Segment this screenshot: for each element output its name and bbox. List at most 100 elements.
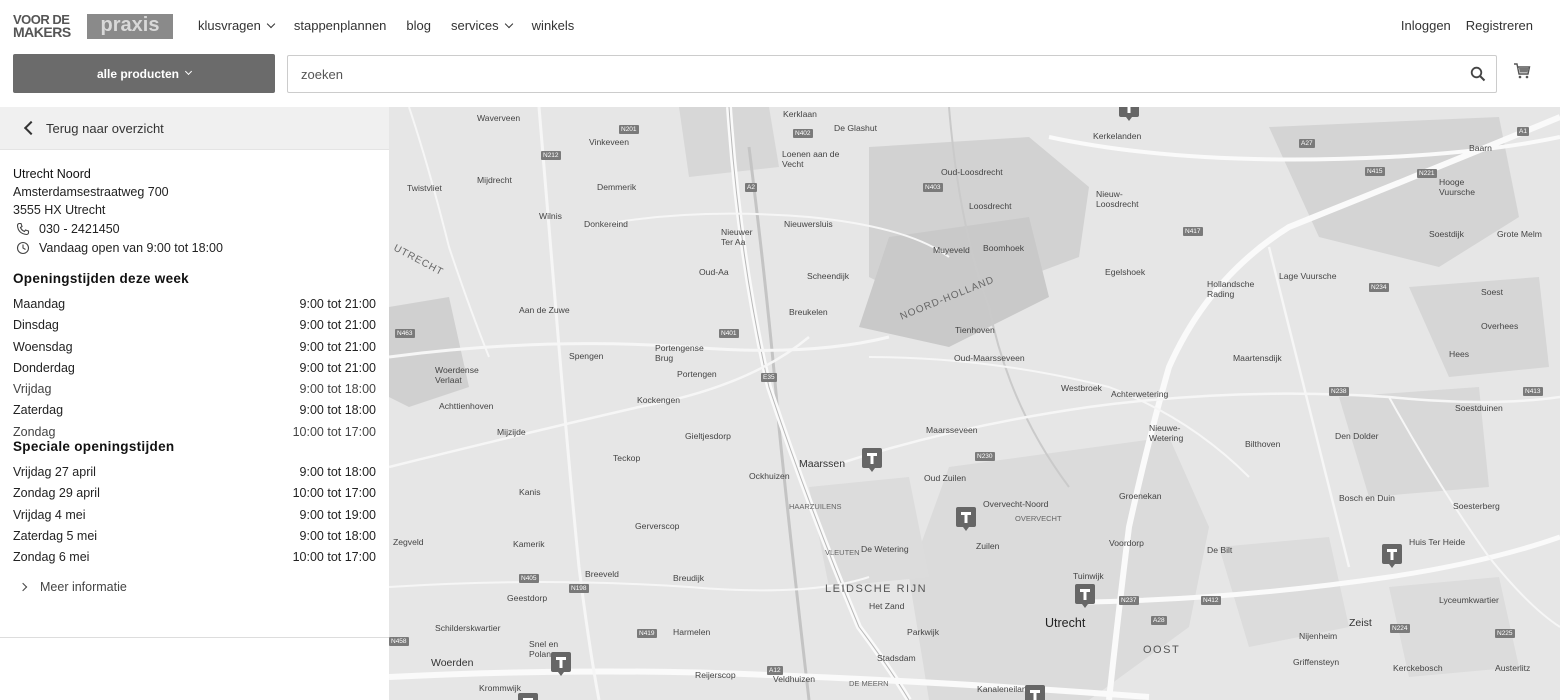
hours-row: Vrijdag 9:00 tot 18:00 xyxy=(13,379,376,400)
search-input[interactable] xyxy=(288,56,1438,92)
store-address-line2: 3555 HX Utrecht xyxy=(13,203,106,217)
store-today-hours: Vandaag open van 9:00 tot 18:00 xyxy=(39,241,223,255)
road-shield: N230 xyxy=(975,452,995,461)
place-label: Waverveen xyxy=(477,113,521,123)
main-nav: klusvragen stappenplannen blog services … xyxy=(198,18,594,33)
place-label: Portengense Brug xyxy=(655,343,704,363)
store-today-row: Vandaag open van 9:00 tot 18:00 xyxy=(13,239,376,257)
nav-stappenplannen[interactable]: stappenplannen xyxy=(294,18,387,33)
place-label: Zeist xyxy=(1349,617,1372,629)
place-label: Boomhoek xyxy=(983,243,1025,253)
place-label: Kanaleneiland xyxy=(977,684,1032,694)
hours-time: 10:00 tot 17:00 xyxy=(292,424,376,439)
cart-icon[interactable] xyxy=(1513,62,1531,80)
place-label: Nieuwersluis xyxy=(784,219,833,229)
search-icon[interactable] xyxy=(1470,66,1486,82)
place-label: Gerverscop xyxy=(635,521,680,531)
road-shield: N458 xyxy=(389,637,409,646)
place-label: Twistvliet xyxy=(407,183,442,193)
place-label: Baarn xyxy=(1469,143,1492,153)
area-label: HAARZUILENS xyxy=(789,502,842,511)
nav-klusvragen[interactable]: klusvragen xyxy=(198,18,276,33)
area-label: LEIDSCHE RIJN xyxy=(825,583,928,595)
store-map[interactable]: Waverveen Vinkeveen Kerklaan De Glashut … xyxy=(389,107,1560,700)
road-shield: N212 xyxy=(541,151,561,160)
road-shield: N403 xyxy=(923,183,943,192)
store-phone: 030 - 2421450 xyxy=(39,222,120,236)
place-label: Achttienhoven xyxy=(439,401,494,411)
special-hours-row: Zondag 29 april 10:00 tot 17:00 xyxy=(13,483,376,504)
place-label: Harmelen xyxy=(673,627,711,637)
place-label: Voordorp xyxy=(1109,538,1144,548)
special-hours-list: Vrijdag 27 april 9:00 tot 18:00 Zondag 29… xyxy=(0,462,389,568)
hours-time: 9:00 tot 18:00 xyxy=(299,382,376,397)
store-map-pin[interactable] xyxy=(1025,685,1045,700)
road-shield: N237 xyxy=(1119,596,1139,605)
hours-row: Donderdag 9:00 tot 21:00 xyxy=(13,358,376,379)
more-info-link[interactable]: Meer informatie xyxy=(0,577,389,597)
store-map-pin[interactable] xyxy=(1075,584,1095,608)
special-hours-row: Zondag 6 mei 10:00 tot 17:00 xyxy=(13,547,376,568)
place-label: Kerkelanden xyxy=(1093,131,1142,141)
hours-day: Vrijdag xyxy=(13,382,52,397)
register-link[interactable]: Registreren xyxy=(1466,18,1533,33)
nav-blog[interactable]: blog xyxy=(406,18,431,33)
hours-time: 10:00 tot 17:00 xyxy=(292,550,376,565)
place-label: Breudijk xyxy=(673,573,705,583)
hours-time: 10:00 tot 17:00 xyxy=(292,486,376,501)
place-label: Spengen xyxy=(569,351,604,361)
hours-time: 9:00 tot 18:00 xyxy=(299,465,376,480)
place-label: Hollandsche Rading xyxy=(1207,279,1255,299)
search-bar xyxy=(287,55,1497,93)
hours-time: 9:00 tot 18:00 xyxy=(299,403,376,418)
nav-winkels[interactable]: winkels xyxy=(532,18,575,33)
nav-label: klusvragen xyxy=(198,18,261,33)
chevron-right-icon xyxy=(18,582,28,591)
place-label: Soestduinen xyxy=(1455,403,1503,413)
place-label: Oud Zuilen xyxy=(924,473,967,483)
hours-time: 9:00 tot 21:00 xyxy=(299,297,376,311)
store-address-line1: Amsterdamsestraatweg 700 xyxy=(13,185,169,199)
place-label: Oud-Aa xyxy=(699,267,729,277)
place-label: Woerden xyxy=(431,657,474,669)
store-map-pin[interactable] xyxy=(551,652,571,676)
all-products-button[interactable]: alle producten xyxy=(13,54,275,93)
chevron-down-icon xyxy=(504,19,513,28)
nav-label: stappenplannen xyxy=(293,18,387,33)
back-to-overview-link[interactable]: Terug naar overzicht xyxy=(0,107,389,150)
place-label: Nieuwer Ter Aa xyxy=(721,227,753,247)
store-map-pin[interactable] xyxy=(862,448,882,472)
logo-line2: MAKERS xyxy=(13,24,71,40)
phone-icon xyxy=(16,222,30,236)
nav-services[interactable]: services xyxy=(451,18,513,33)
store-map-pin[interactable] xyxy=(1382,544,1402,568)
place-label: Maartensdijk xyxy=(1233,353,1282,363)
place-label: Veldhuizen xyxy=(773,674,816,684)
road-shield: N413 xyxy=(1523,387,1543,396)
place-label: Bilthoven xyxy=(1245,439,1281,449)
road-shield: N234 xyxy=(1369,283,1389,292)
place-label: Kamerik xyxy=(513,539,545,549)
hours-time: 9:00 tot 21:00 xyxy=(299,360,376,375)
place-label: Den Dolder xyxy=(1335,431,1379,441)
area-label: DE MEERN xyxy=(849,679,889,688)
area-label: OOST xyxy=(1143,644,1181,656)
praxis-logo[interactable]: VOOR DE MAKERS praxis xyxy=(13,13,173,40)
login-link[interactable]: Inloggen xyxy=(1401,18,1451,33)
road-shield: N412 xyxy=(1201,596,1221,605)
store-map-pin[interactable] xyxy=(1119,107,1139,121)
place-label: Huis Ter Heide xyxy=(1409,537,1466,547)
place-label: Griffensteyn xyxy=(1293,657,1340,667)
hours-day: Donderdag xyxy=(13,360,75,375)
special-hours-row: Vrijdag 4 mei 9:00 tot 19:00 xyxy=(13,505,376,526)
store-phone-row[interactable]: 030 - 2421450 xyxy=(13,220,376,238)
store-map-pin[interactable] xyxy=(956,507,976,531)
place-label: Maarsseveen xyxy=(926,425,978,435)
place-label: Hees xyxy=(1449,349,1470,359)
place-label: Lage Vuursche xyxy=(1279,271,1337,281)
place-label: Egelshoek xyxy=(1105,267,1146,277)
hours-day: Woensdag xyxy=(13,339,73,354)
road-shield: N201 xyxy=(619,125,639,134)
place-label: Kerklaan xyxy=(783,109,817,119)
store-map-pin[interactable] xyxy=(518,693,538,700)
